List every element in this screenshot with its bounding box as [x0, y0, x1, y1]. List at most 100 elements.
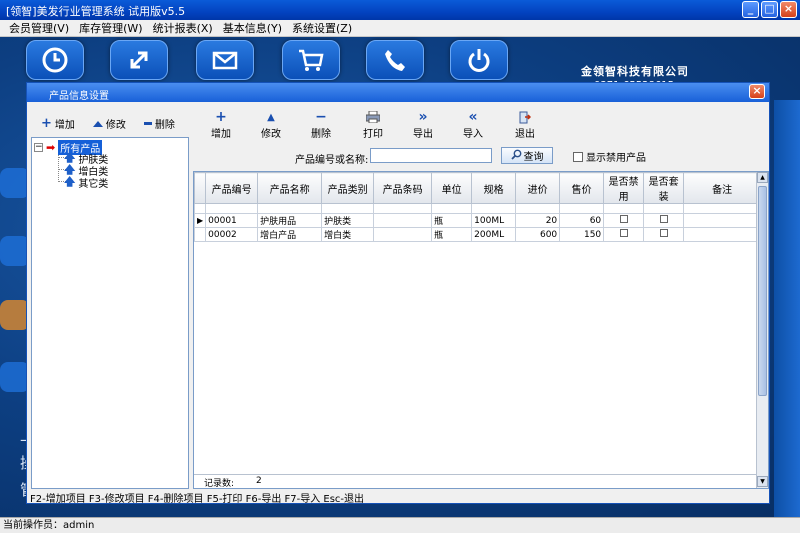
cell-category[interactable]: 增白类: [321, 227, 375, 242]
tree-edit-button[interactable]: 修改: [92, 116, 126, 131]
column-header[interactable]: 是否禁用: [603, 172, 645, 204]
scroll-up-icon[interactable]: ▲: [757, 172, 768, 183]
column-header[interactable]: 规格: [471, 172, 517, 204]
export-button[interactable]: » 导出: [403, 109, 443, 140]
vertical-scrollbar[interactable]: ▲ ▼: [756, 172, 768, 488]
tree-item-other[interactable]: 🡅 其它类: [64, 175, 109, 190]
checkbox-box[interactable]: [619, 229, 628, 237]
table-row[interactable]: ▶ 00001 护肤用品 护肤类 瓶 100ML 20 60: [194, 213, 762, 228]
column-header[interactable]: 进价: [515, 172, 561, 204]
shortcut-help: F2-增加项目 F3-修改项目 F4-删除项目 F5-打印 F6-导出 F7-导…: [30, 494, 365, 505]
cell-name[interactable]: 增白产品: [257, 227, 323, 242]
record-count-label: 记录数:: [204, 479, 235, 489]
export-label: 导出: [413, 129, 433, 140]
cell-note[interactable]: [683, 213, 762, 228]
menu-basic-info[interactable]: 基本信息(Y): [218, 20, 287, 36]
column-header[interactable]: 备注: [683, 172, 762, 204]
maximize-button[interactable]: □: [761, 1, 778, 18]
cell-code[interactable]: 00002: [205, 227, 259, 242]
checkbox-box[interactable]: [573, 151, 583, 162]
print-button[interactable]: 打印: [353, 109, 393, 140]
edit-button[interactable]: ▲ 修改: [251, 109, 291, 141]
minus-icon: −: [315, 109, 327, 125]
menu-reports[interactable]: 统计报表(X): [148, 20, 218, 36]
category-tree[interactable]: − ➡ 所有产品 🡅 护肤类 🡅 增白类 🡅 其它类: [31, 137, 189, 489]
edit-label: 修改: [261, 129, 281, 140]
record-count-value: 2: [256, 476, 262, 486]
show-disabled-checkbox[interactable]: 显示禁用产品: [573, 149, 646, 164]
tree-delete-label: 删除: [154, 120, 175, 131]
close-button[interactable]: ×: [780, 1, 797, 18]
arrow-up-icon: 🡅: [64, 174, 76, 188]
minimize-button[interactable]: _: [742, 1, 759, 18]
cell-category[interactable]: 护肤类: [321, 213, 375, 228]
menu-inventory[interactable]: 库存管理(W): [74, 20, 147, 36]
cell-price[interactable]: 60: [559, 213, 605, 228]
column-header[interactable]: 产品编号: [205, 172, 259, 204]
search-input[interactable]: [370, 148, 492, 163]
power-icon[interactable]: [450, 40, 508, 80]
scrollbar-thumb[interactable]: [758, 186, 767, 396]
checkbox-box[interactable]: [659, 215, 668, 223]
column-header[interactable]: 产品条码: [373, 172, 433, 204]
search-bar: 产品编号或名称: 查询 显示禁用产品: [193, 143, 767, 169]
cell-name[interactable]: 护肤用品: [257, 213, 323, 228]
checkbox-box[interactable]: [619, 215, 628, 223]
search-button[interactable]: 查询: [501, 147, 553, 164]
cell-cost[interactable]: 20: [515, 213, 561, 228]
dialog-close-button[interactable]: ×: [749, 84, 765, 99]
menu-settings[interactable]: 系统设置(Z): [287, 20, 357, 36]
tree-edit-label: 修改: [105, 120, 126, 131]
column-header[interactable]: 单位: [431, 172, 473, 204]
cell-disabled[interactable]: [603, 227, 645, 242]
arrows-icon[interactable]: [110, 40, 168, 80]
plus-icon: +: [215, 109, 227, 125]
mail-icon[interactable]: [196, 40, 254, 80]
tree-add-label: 增加: [54, 120, 75, 131]
cell-unit[interactable]: 瓶: [431, 213, 473, 228]
tree-item-label: 其它类: [78, 178, 109, 190]
column-header[interactable]: 产品名称: [257, 172, 323, 204]
product-grid[interactable]: 产品编号 产品名称 产品类别 产品条码 单位 规格 进价 售价 是否禁用 是否套…: [193, 171, 769, 489]
collapse-icon[interactable]: −: [34, 142, 43, 152]
main-window-titlebar[interactable]: [领智]美发行业管理系统 试用版v5.5 _ □ ×: [0, 0, 800, 20]
checkbox-box[interactable]: [659, 229, 668, 237]
triangle-up-icon: [92, 120, 103, 127]
table-row[interactable]: 00002 增白产品 增白类 瓶 200ML 600 150: [194, 227, 762, 242]
cell-barcode[interactable]: [373, 213, 433, 228]
clock-icon[interactable]: [26, 40, 84, 80]
tree-delete-button[interactable]: 删除: [143, 116, 175, 131]
cart-icon[interactable]: [282, 40, 340, 80]
tree-add-button[interactable]: + 增加: [41, 116, 75, 132]
cell-code[interactable]: 00001: [205, 213, 259, 228]
phone-icon[interactable]: [366, 40, 424, 80]
scroll-down-icon[interactable]: ▼: [757, 476, 768, 487]
menu-bar: 会员管理(V) 库存管理(W) 统计报表(X) 基本信息(Y) 系统设置(Z): [0, 20, 800, 37]
add-button[interactable]: + 增加: [201, 109, 241, 140]
dialog-titlebar[interactable]: 产品信息设置 ×: [27, 83, 769, 102]
delete-button[interactable]: − 删除: [301, 109, 341, 140]
triangle-up-icon: ▲: [267, 111, 275, 123]
record-count-bar: 记录数: 2: [194, 474, 756, 489]
import-button[interactable]: « 导入: [453, 109, 493, 140]
column-header[interactable]: 售价: [559, 172, 605, 204]
cell-price[interactable]: 150: [559, 227, 605, 242]
cell-cost[interactable]: 600: [515, 227, 561, 242]
cell-unit[interactable]: 瓶: [431, 227, 473, 242]
product-info-dialog: 产品信息设置 × + 增加 修改 删除 + 增加 ▲ 修改 − 删除 打印 » …: [26, 82, 770, 504]
cell-suite[interactable]: [643, 213, 685, 228]
cell-disabled[interactable]: [603, 213, 645, 228]
print-label: 打印: [363, 129, 383, 140]
filter-row[interactable]: [194, 203, 762, 214]
cell-barcode[interactable]: [373, 227, 433, 242]
search-button-label: 查询: [523, 152, 544, 163]
cell-spec[interactable]: 200ML: [471, 227, 517, 242]
cell-note[interactable]: [683, 227, 762, 242]
cell-spec[interactable]: 100ML: [471, 213, 517, 228]
table-header-row: 产品编号 产品名称 产品类别 产品条码 单位 规格 进价 售价 是否禁用 是否套…: [194, 172, 762, 204]
exit-button[interactable]: 退出: [505, 109, 545, 140]
cell-suite[interactable]: [643, 227, 685, 242]
column-header[interactable]: 是否套装: [643, 172, 685, 204]
column-header[interactable]: 产品类别: [321, 172, 375, 204]
menu-member[interactable]: 会员管理(V): [4, 20, 74, 36]
